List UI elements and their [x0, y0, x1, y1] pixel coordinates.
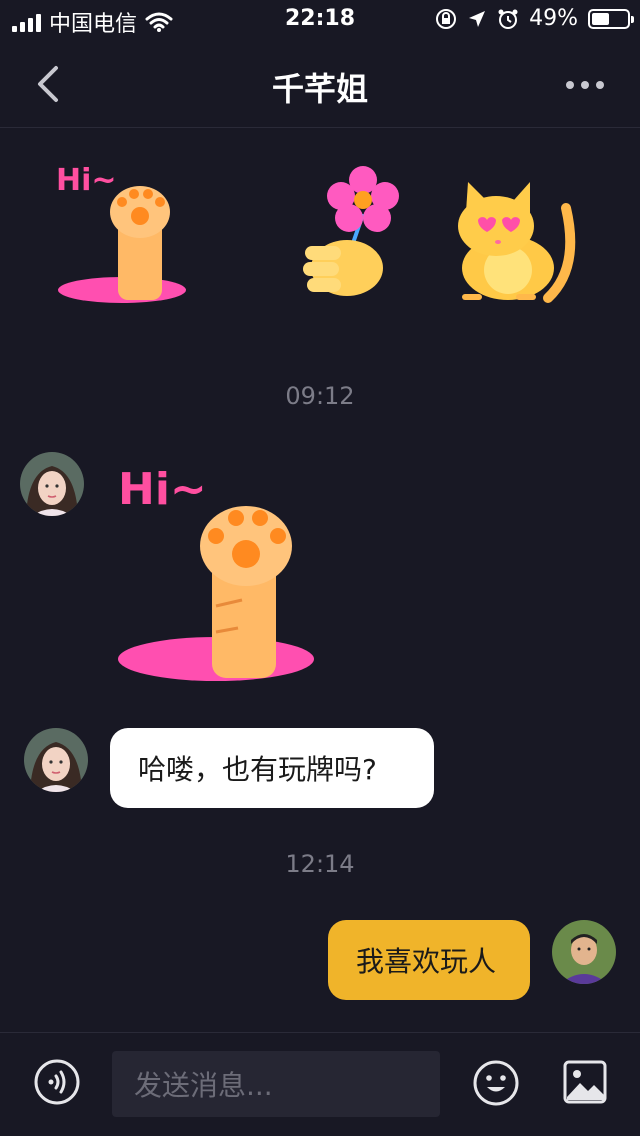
rotation-lock-icon [436, 8, 457, 29]
voice-icon[interactable] [34, 1059, 80, 1105]
contact-avatar[interactable] [20, 452, 84, 516]
my-avatar[interactable] [552, 920, 616, 984]
sticker-suggestions: Hi~ [0, 150, 640, 320]
image-icon[interactable] [562, 1059, 608, 1105]
sticker-hi-text: Hi~ [56, 163, 117, 198]
avatar-image [20, 452, 84, 516]
timestamp: 12:14 [285, 850, 355, 878]
received-paw-sticker[interactable]: Hi~ [112, 456, 322, 688]
alarm-icon [498, 9, 518, 29]
nav-bar: 千芊姐 [0, 40, 640, 128]
more-dots-icon[interactable] [560, 70, 610, 100]
emoji-icon[interactable] [472, 1059, 520, 1107]
battery-icon [588, 8, 634, 29]
message-input-placeholder: 发送消息... [134, 1069, 273, 1102]
cat-paw-hi-sticker[interactable]: Hi~ [50, 150, 195, 310]
contact-avatar[interactable] [24, 728, 88, 792]
timestamp: 09:12 [285, 382, 355, 410]
message-input[interactable]: 发送消息... [112, 1051, 440, 1117]
incoming-message-bubble[interactable]: 哈喽，也有玩牌吗? [110, 728, 434, 808]
status-bar: 中国电信 22:18 49% [0, 0, 640, 40]
flower-hand-sticker[interactable] [295, 162, 405, 302]
message-text: 哈喽，也有玩牌吗? [138, 753, 377, 786]
message-text: 我喜欢玩人 [356, 945, 497, 978]
input-bar: 发送消息... [0, 1032, 640, 1136]
avatar-image [24, 728, 88, 792]
avatar-image [552, 920, 616, 984]
heart-eyes-cat-sticker[interactable] [452, 178, 582, 303]
chat-screen: 中国电信 22:18 49% 千芊姐 Hi~ 09:12 Hi~ 哈喽，也有玩牌… [0, 0, 640, 1136]
outgoing-message-bubble[interactable]: 我喜欢玩人 [328, 920, 530, 1000]
chat-title: 千芊姐 [271, 70, 368, 108]
battery-percent: 49% [529, 6, 578, 31]
sticker-hi-text: Hi~ [118, 464, 207, 515]
location-icon [469, 10, 486, 27]
